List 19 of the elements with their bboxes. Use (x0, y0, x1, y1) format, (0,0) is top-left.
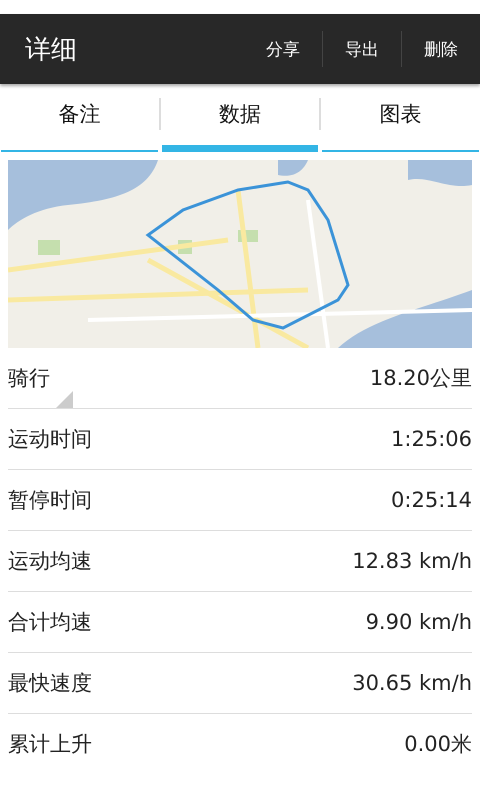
stat-label: 累计上升 (8, 731, 92, 758)
stat-value: 12.83 km/h (352, 549, 472, 573)
stat-value: 18.20公里 (370, 365, 472, 392)
activity-type-label[interactable]: 骑行 (8, 364, 50, 392)
screen-title: 详细 (24, 34, 78, 66)
stat-value: 30.65 km/h (352, 671, 472, 695)
stat-label: 运动均速 (8, 548, 92, 575)
stat-label: 运动时间 (8, 426, 92, 453)
stat-label: 合计均速 (8, 609, 92, 636)
action-button[interactable]: 分享 (244, 31, 322, 67)
action-button[interactable]: 删除 (401, 31, 480, 67)
dropdown-corner-icon (56, 391, 73, 408)
stat-label: 暂停时间 (8, 487, 92, 514)
stat-value: 1:25:06 (391, 427, 472, 451)
action-button[interactable]: 导出 (322, 31, 401, 67)
stat-value: 0:25:14 (391, 488, 472, 512)
stat-value: 9.90 km/h (366, 610, 472, 634)
stat-label: 最快速度 (8, 670, 92, 697)
stat-value: 0.00米 (404, 731, 472, 758)
